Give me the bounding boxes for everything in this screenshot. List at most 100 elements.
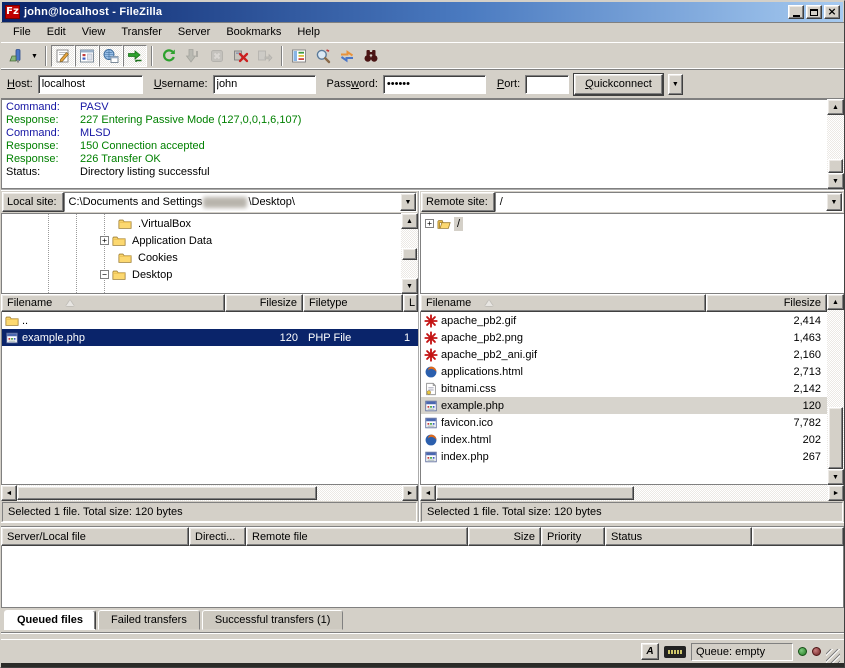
- column-filename[interactable]: Filename: [420, 294, 706, 312]
- local-list-body: .. example.php 120 PHP File 1: [1, 312, 418, 485]
- scroll-up-button[interactable]: ▲: [401, 213, 418, 229]
- remote-list-hscrollbar[interactable]: ◄ ►: [420, 485, 844, 501]
- synchronized-browsing-button[interactable]: [335, 45, 359, 67]
- scroll-down-button[interactable]: ▼: [401, 278, 418, 294]
- file-row-parent-dir[interactable]: ..: [2, 312, 418, 329]
- tree-item-root[interactable]: + /: [421, 215, 844, 232]
- file-row[interactable]: applications.html2,713: [421, 363, 827, 380]
- local-list-hscrollbar[interactable]: ◄ ►: [1, 485, 418, 501]
- tab-successful-transfers[interactable]: Successful transfers (1): [202, 610, 344, 630]
- minimize-button[interactable]: [788, 5, 804, 19]
- scroll-right-button[interactable]: ►: [828, 485, 844, 501]
- menu-view[interactable]: View: [74, 23, 114, 41]
- menu-transfer[interactable]: Transfer: [113, 23, 170, 41]
- find-files-button[interactable]: [359, 45, 383, 67]
- tab-queued-files[interactable]: Queued files: [4, 610, 96, 630]
- remote-site-combo[interactable]: / ▼: [495, 192, 843, 212]
- file-row[interactable]: apache_pb2.gif2,414: [421, 312, 827, 329]
- html-file-icon: [423, 433, 439, 447]
- column-remote-file[interactable]: Remote file: [246, 527, 468, 546]
- disconnect-button[interactable]: [229, 45, 253, 67]
- file-row[interactable]: apache_pb2.png1,463: [421, 329, 827, 346]
- local-site-dropdown-arrow[interactable]: ▼: [400, 193, 416, 211]
- menu-bookmarks[interactable]: Bookmarks: [218, 23, 289, 41]
- local-list-header: Filename Filesize Filetype L: [1, 294, 418, 312]
- password-input[interactable]: [383, 75, 486, 94]
- toggle-transfer-queue-button[interactable]: [123, 45, 147, 67]
- collapse-minus-icon[interactable]: −: [100, 270, 109, 279]
- toolbar: ▼: [1, 43, 844, 70]
- file-row[interactable]: index.html202: [421, 431, 827, 448]
- scroll-down-button[interactable]: ▼: [827, 469, 844, 485]
- column-filesize[interactable]: Filesize: [706, 294, 827, 312]
- remote-list-header: Filename Filesize: [420, 294, 827, 312]
- column-server-local-file[interactable]: Server/Local file: [1, 527, 189, 546]
- scroll-thumb[interactable]: [17, 486, 317, 500]
- quickconnect-button[interactable]: Quickconnect: [574, 74, 663, 95]
- scroll-right-button[interactable]: ►: [402, 485, 418, 501]
- toggle-message-log-button[interactable]: [51, 45, 75, 67]
- host-input[interactable]: [38, 75, 143, 94]
- tree-item-virtualbox[interactable]: .VirtualBox: [2, 215, 401, 232]
- column-priority[interactable]: Priority: [541, 527, 605, 546]
- scroll-up-button[interactable]: ▲: [827, 99, 844, 115]
- local-tree-scrollbar[interactable]: ▲ ▼: [401, 213, 418, 294]
- menu-file[interactable]: File: [5, 23, 39, 41]
- column-filetype[interactable]: Filetype: [303, 294, 403, 312]
- refresh-button[interactable]: [157, 45, 181, 67]
- local-site-combo[interactable]: C:\Documents and Settings\Desktop\ ▼: [64, 192, 417, 212]
- log-scrollbar[interactable]: ▲ ▼: [827, 99, 844, 189]
- column-last-modified[interactable]: L: [403, 294, 418, 312]
- scroll-up-button[interactable]: ▲: [827, 294, 844, 310]
- scroll-thumb[interactable]: [828, 407, 843, 469]
- message-log-icon: [55, 48, 71, 64]
- tree-item-cookies[interactable]: Cookies: [2, 249, 401, 266]
- remote-tree-icon: [103, 48, 119, 64]
- remote-list-scrollbar[interactable]: ▲ ▼: [827, 294, 844, 485]
- close-button[interactable]: ×: [824, 5, 840, 19]
- menu-help[interactable]: Help: [289, 23, 328, 41]
- tree-item-application-data[interactable]: + Application Data: [2, 232, 401, 249]
- column-filesize[interactable]: Filesize: [225, 294, 303, 312]
- maximize-button[interactable]: [806, 5, 822, 19]
- scroll-thumb[interactable]: [436, 486, 634, 500]
- site-manager-button[interactable]: [4, 45, 28, 67]
- resize-grip[interactable]: [826, 649, 840, 663]
- scroll-down-button[interactable]: ▼: [827, 173, 844, 189]
- transfer-type-indicator[interactable]: A: [641, 643, 659, 660]
- file-row-example-php[interactable]: example.php 120 PHP File 1: [2, 329, 418, 346]
- tab-failed-transfers[interactable]: Failed transfers: [98, 610, 200, 630]
- speed-limits-icon[interactable]: [664, 646, 686, 658]
- scroll-left-button[interactable]: ◄: [1, 485, 17, 501]
- queue-body[interactable]: [1, 546, 844, 608]
- scroll-left-button[interactable]: ◄: [420, 485, 436, 501]
- column-status[interactable]: Status: [605, 527, 752, 546]
- file-row[interactable]: favicon.ico7,782: [421, 414, 827, 431]
- expand-plus-icon[interactable]: +: [100, 236, 109, 245]
- menu-server[interactable]: Server: [170, 23, 218, 41]
- menu-edit[interactable]: Edit: [39, 23, 74, 41]
- file-row-selected[interactable]: example.php120: [421, 397, 827, 414]
- site-manager-dropdown[interactable]: ▼: [28, 45, 41, 67]
- remote-site-dropdown-arrow[interactable]: ▼: [826, 193, 842, 211]
- status-bar: A Queue: empty: [1, 639, 844, 663]
- port-input[interactable]: [525, 75, 569, 94]
- file-row[interactable]: index.php267: [421, 448, 827, 465]
- file-row[interactable]: bitnami.css2,142: [421, 380, 827, 397]
- scroll-thumb[interactable]: [402, 248, 417, 260]
- username-input[interactable]: [213, 75, 316, 94]
- tree-item-desktop[interactable]: − Desktop: [2, 266, 401, 283]
- column-filename[interactable]: Filename: [1, 294, 225, 312]
- column-direction[interactable]: Directi...: [189, 527, 246, 546]
- file-row[interactable]: apache_pb2_ani.gif2,160: [421, 346, 827, 363]
- scroll-thumb[interactable]: [828, 159, 843, 173]
- column-size[interactable]: Size: [468, 527, 541, 546]
- sort-ascending-icon: [66, 300, 74, 306]
- directory-listing-filters-button[interactable]: [287, 45, 311, 67]
- toggle-local-tree-button[interactable]: [75, 45, 99, 67]
- directory-comparison-button[interactable]: [311, 45, 335, 67]
- title-bar[interactable]: Fz john@localhost - FileZilla ×: [2, 2, 843, 22]
- toggle-remote-tree-button[interactable]: [99, 45, 123, 67]
- expand-plus-icon[interactable]: +: [425, 219, 434, 228]
- quickconnect-dropdown[interactable]: ▼: [668, 74, 683, 95]
